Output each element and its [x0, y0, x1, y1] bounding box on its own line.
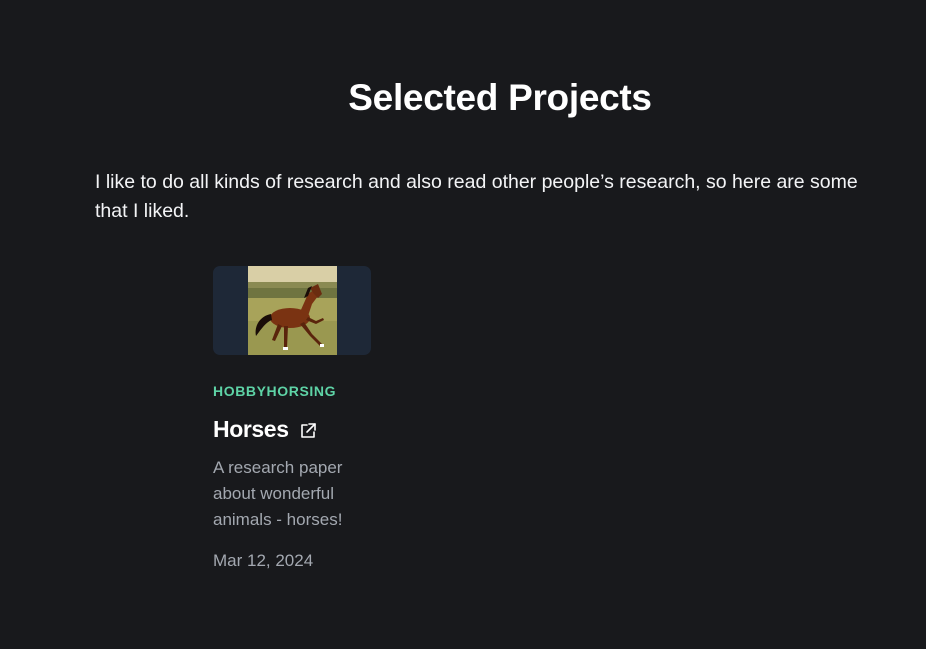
project-date: Mar 12, 2024 [213, 551, 314, 570]
project-description: A research paper about wonderful animals… [213, 458, 343, 529]
project-category: HOBBYHORSING [213, 383, 337, 399]
project-title-link[interactable]: Horses [213, 415, 371, 443]
external-link-icon[interactable] [299, 422, 317, 440]
intro-paragraph: I like to do all kinds of research and a… [95, 171, 858, 222]
project-title[interactable]: Horses [213, 416, 289, 443]
horse-photo [248, 266, 337, 355]
page-title: Selected Projects [348, 77, 652, 118]
projects-page: Selected Projects I like to do all kinds… [0, 0, 926, 649]
project-thumbnail[interactable] [213, 266, 371, 355]
project-card[interactable]: HOBBYHORSING Horses A research paper abo… [213, 266, 371, 572]
